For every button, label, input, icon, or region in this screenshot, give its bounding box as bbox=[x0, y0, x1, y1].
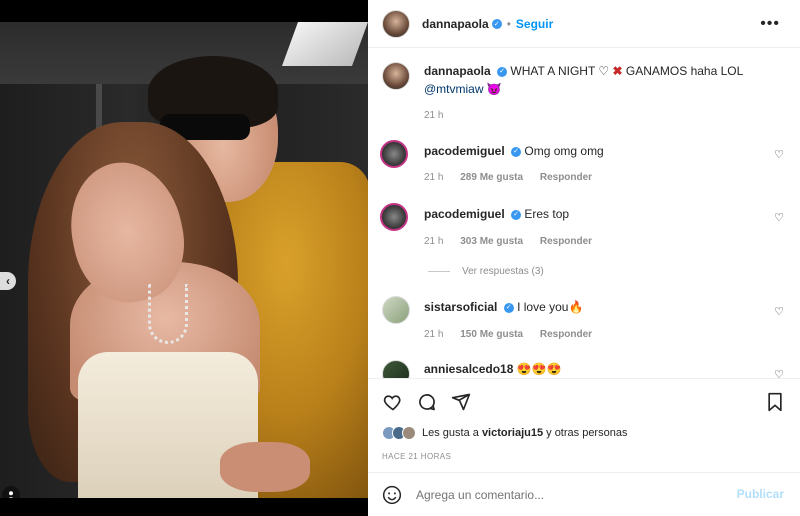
comment-heart-icon[interactable]: ♡ bbox=[774, 211, 784, 224]
reply-button[interactable]: Responder bbox=[540, 172, 592, 183]
comment-input[interactable] bbox=[416, 485, 716, 505]
reply-button[interactable]: Responder bbox=[540, 329, 592, 340]
avatar[interactable] bbox=[380, 140, 408, 168]
avatar[interactable] bbox=[380, 203, 408, 231]
instagram-post-viewer: ‹ dannapaola ✓ • Seguir ••• dannapaola ✓ bbox=[0, 0, 800, 516]
bookmark-icon[interactable] bbox=[764, 391, 786, 413]
avatar[interactable] bbox=[382, 296, 410, 324]
comment-username[interactable]: pacodemiguel bbox=[424, 144, 505, 158]
share-icon[interactable] bbox=[450, 391, 472, 413]
post-action-bar bbox=[368, 378, 800, 424]
comment-heart-icon[interactable]: ♡ bbox=[774, 305, 784, 318]
comment-body: pacodemiguel ✓ Omg omg omg bbox=[424, 142, 604, 160]
fire-emoji-icon: 🔥 bbox=[568, 300, 584, 314]
comment-meta: 21 h 150 Me gusta Responder bbox=[424, 329, 606, 340]
post-header: dannapaola ✓ • Seguir ••• bbox=[368, 0, 800, 48]
post-photo[interactable]: ‹ bbox=[0, 22, 368, 498]
replies-divider bbox=[428, 271, 450, 272]
avatar[interactable] bbox=[382, 360, 410, 378]
verified-badge-icon: ✓ bbox=[511, 209, 522, 220]
header-separator: • bbox=[506, 16, 511, 31]
comment-meta: 21 h 303 Me gusta Responder bbox=[424, 236, 606, 247]
tag-user-icon[interactable] bbox=[2, 486, 20, 498]
likes-prefix: Les gusta a bbox=[422, 427, 482, 439]
heart-icon[interactable] bbox=[382, 391, 404, 413]
comment-username[interactable]: sistarsoficial bbox=[424, 300, 497, 314]
comment-time: 21 h bbox=[424, 236, 444, 247]
avatar[interactable] bbox=[382, 62, 410, 90]
devil-emoji-icon: 😈 bbox=[486, 82, 502, 96]
likes-text: Les gusta a victoriaju15 y otras persona… bbox=[422, 427, 627, 439]
caption-username[interactable]: dannapaola bbox=[424, 64, 491, 78]
caption-text-part2: GANAMOS haha LOL bbox=[622, 64, 744, 78]
emoji-icon[interactable] bbox=[382, 485, 402, 505]
comment-body: pacodemiguel ✓ Eres top bbox=[424, 205, 569, 223]
comment-meta: 21 h 289 Me gusta Responder bbox=[424, 172, 606, 183]
comment-body: anniesalcedo18 😍😍😍 bbox=[424, 360, 562, 378]
likes-user-link[interactable]: victoriaju15 bbox=[482, 427, 543, 439]
caption-text-part1: WHAT A NIGHT bbox=[510, 64, 599, 78]
post-side-panel: dannapaola ✓ • Seguir ••• dannapaola ✓ W… bbox=[368, 0, 800, 516]
likes-summary[interactable]: Les gusta a victoriaju15 y otras persona… bbox=[382, 426, 627, 440]
red-x-icon: ✖ bbox=[612, 64, 623, 78]
avatar bbox=[402, 426, 416, 440]
likes-suffix: y otras personas bbox=[543, 427, 628, 439]
follow-button[interactable]: Seguir bbox=[516, 17, 553, 31]
post-time-ago[interactable]: HACE 21 HORAS bbox=[382, 452, 451, 461]
comment-text: I love you bbox=[517, 300, 569, 314]
avatar[interactable] bbox=[382, 9, 410, 38]
post-author-username[interactable]: dannapaola bbox=[422, 17, 489, 31]
photo-hand bbox=[220, 442, 310, 492]
verified-badge-icon: ✓ bbox=[491, 18, 502, 29]
comment-likes[interactable]: 150 Me gusta bbox=[460, 329, 523, 340]
view-replies-label: Ver respuestas (3) bbox=[462, 266, 544, 277]
photo-necklace bbox=[148, 284, 188, 344]
comment-likes[interactable]: 303 Me gusta bbox=[460, 236, 523, 247]
view-replies-button[interactable]: Ver respuestas (3) bbox=[428, 266, 544, 277]
more-options-icon[interactable]: ••• bbox=[760, 15, 780, 33]
comment-likes[interactable]: 289 Me gusta bbox=[460, 172, 523, 183]
comment-username[interactable]: pacodemiguel bbox=[424, 207, 505, 221]
add-comment-bar: Publicar bbox=[368, 472, 800, 516]
comment-username[interactable]: anniesalcedo18 bbox=[424, 362, 513, 376]
post-caption: dannapaola ✓ WHAT A NIGHT ♡ ✖ GANAMOS ha… bbox=[424, 62, 784, 98]
comment-icon[interactable] bbox=[416, 391, 438, 413]
comment-text: Omg omg omg bbox=[524, 144, 604, 158]
publish-button[interactable]: Publicar bbox=[737, 487, 784, 501]
comment-time: 21 h bbox=[424, 172, 444, 183]
comment-body: sistarsoficial ✓ I love you🔥 bbox=[424, 298, 583, 316]
verified-badge-icon: ✓ bbox=[497, 66, 508, 77]
white-heart-icon: ♡ bbox=[598, 64, 610, 78]
comment-heart-icon[interactable]: ♡ bbox=[774, 368, 784, 378]
comments-list[interactable]: dannapaola ✓ WHAT A NIGHT ♡ ✖ GANAMOS ha… bbox=[368, 48, 800, 378]
comment-heart-icon[interactable]: ♡ bbox=[774, 148, 784, 161]
verified-badge-icon: ✓ bbox=[511, 146, 522, 157]
verified-badge-icon: ✓ bbox=[503, 302, 514, 313]
comment-text: Eres top bbox=[524, 207, 570, 221]
caption-mention-link[interactable]: @mtvmiaw bbox=[424, 82, 484, 96]
comment-time: 21 h bbox=[424, 329, 444, 340]
heart-eyes-emoji-icon: 😍😍😍 bbox=[516, 362, 562, 376]
caption-time: 21 h bbox=[424, 110, 444, 121]
reply-button[interactable]: Responder bbox=[540, 236, 592, 247]
